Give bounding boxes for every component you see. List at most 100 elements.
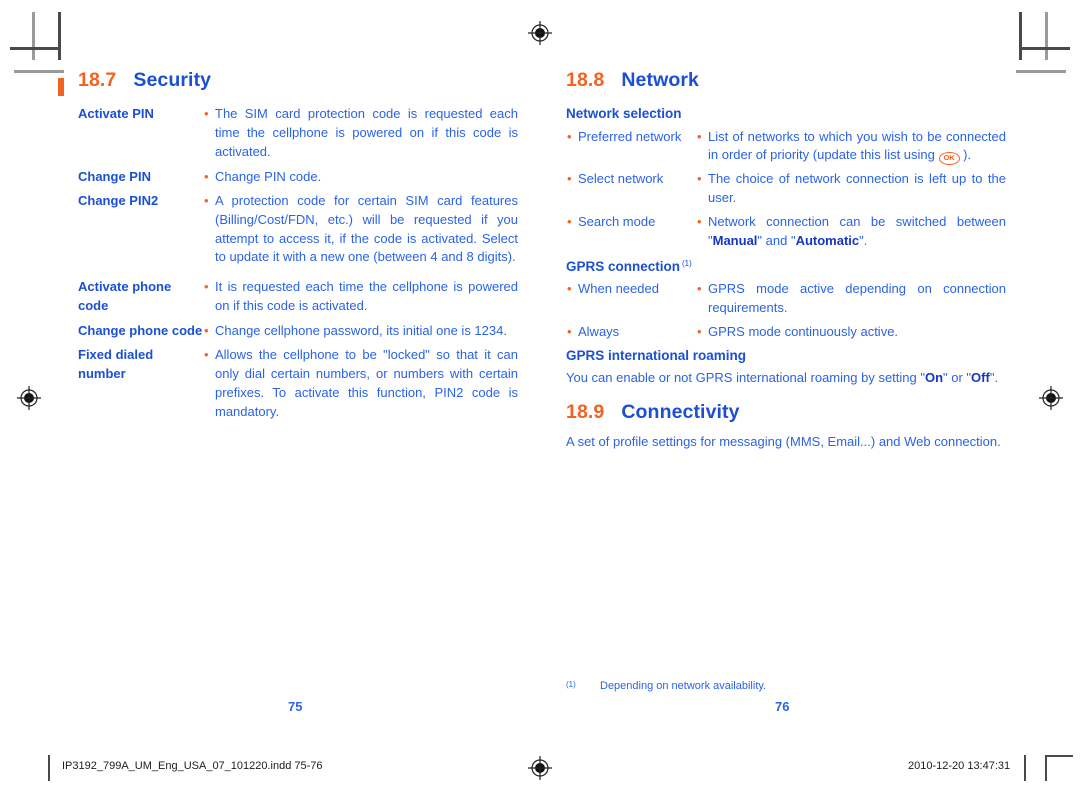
left-page-column: 18.7 Security Activate PIN • The SIM card…: [78, 69, 518, 427]
bullet-row-term: • Always: [566, 323, 696, 342]
section-number: 18.7: [78, 69, 117, 91]
section-heading-security: 18.7 Security: [78, 69, 518, 91]
definition-label: Change PIN: [78, 168, 151, 184]
bullet-row: • Preferred network • List of networks to…: [566, 128, 1006, 166]
section-title: Connectivity: [621, 400, 740, 423]
definition-row: Activate PIN • The SIM card protection c…: [78, 105, 518, 161]
definition-label: Activate phone code: [78, 279, 172, 313]
bullet-row: • Select network • The choice of network …: [566, 170, 1006, 207]
roaming-text-prefix: You can enable or not GPRS international…: [566, 369, 925, 385]
section-title: Security: [133, 69, 212, 91]
footnote: (1) Depending on network availability.: [566, 679, 1006, 693]
bullet-icon: •: [204, 279, 209, 295]
network-selection-list: • Preferred network • List of networks to…: [566, 128, 1006, 251]
security-definition-list: Activate PIN • The SIM card protection c…: [78, 105, 518, 421]
bullet-icon: •: [567, 323, 572, 339]
subsection-heading-network-selection: Network selection: [566, 106, 682, 122]
definition-description: • Change PIN code.: [203, 168, 518, 187]
subsection-heading-gprs-roaming: GPRS international roaming: [566, 347, 747, 363]
definition-label: Fixed dialed number: [78, 347, 154, 382]
explanation-text-middle: " and ": [757, 232, 796, 248]
definition-description-text: Allows the cellphone to be "locked" so t…: [215, 347, 518, 419]
gprs-connection-heading-text: GPRS connection: [566, 259, 681, 275]
explanation-text: GPRS mode active depending on connection…: [708, 281, 1006, 316]
gprs-connection-list: • When needed • GPRS mode active dependin…: [566, 280, 1006, 341]
roaming-text-suffix: ".: [989, 369, 999, 385]
ok-key-icon: OK: [938, 152, 960, 166]
definition-description-text: Change PIN code.: [215, 168, 322, 184]
bullet-icon: •: [567, 171, 572, 187]
bullet-icon: •: [697, 128, 702, 144]
roaming-text-middle: " or ": [943, 369, 972, 385]
explanation-text-suffix: ".: [859, 232, 868, 248]
definition-description-text: The SIM card protection code is requeste…: [215, 106, 518, 159]
bullet-row-term: • When needed: [566, 280, 696, 299]
bullet-row: • Always • GPRS mode continuously active.: [566, 323, 1006, 342]
footnote-text: Depending on network availability.: [600, 680, 767, 692]
definition-row: Change phone code • Change cellphone pas…: [78, 322, 518, 341]
page-spread: 18.7 Security Activate PIN • The SIM card…: [0, 0, 1080, 798]
bullet-icon: •: [697, 213, 702, 229]
bullet-icon: •: [204, 322, 209, 338]
gprs-roaming-paragraph: You can enable or not GPRS international…: [566, 369, 1006, 388]
definition-row: Activate phone code • It is requested ea…: [78, 278, 518, 315]
definition-description: • It is requested each time the cellphon…: [203, 278, 518, 315]
definition-label: Change phone code: [78, 322, 203, 338]
bullet-icon: •: [697, 281, 702, 297]
bullet-row-explanation: • GPRS mode continuously active.: [696, 323, 1006, 342]
explanation-bold-automatic: Automatic: [795, 232, 860, 248]
bullet-row-term-text: When needed: [578, 281, 659, 297]
definition-row: Change PIN • Change PIN code.: [78, 168, 518, 187]
page-number-right: 76: [775, 699, 790, 714]
bullet-icon: •: [697, 171, 702, 187]
bullet-row-term-text: Preferred network: [578, 128, 682, 144]
bullet-row-explanation: • Network connection can be switched betw…: [696, 213, 1006, 250]
bullet-row-term: • Preferred network: [566, 128, 696, 147]
roaming-bold-on: On: [924, 369, 944, 385]
bullet-icon: •: [204, 106, 209, 122]
definition-description: • Allows the cellphone to be "locked" so…: [203, 346, 518, 421]
bullet-row-explanation: • GPRS mode active depending on connectio…: [696, 280, 1006, 317]
definition-description-text: Change cellphone password, its initial o…: [215, 322, 507, 338]
definition-description: • Change cellphone password, its initial…: [203, 322, 518, 341]
bullet-row-term-text: Always: [578, 323, 620, 339]
bullet-row-term-text: Select network: [578, 171, 664, 187]
right-page-column: 18.8 Network Network selection • Preferre…: [566, 69, 1006, 456]
explanation-text-after-icon: ).: [959, 147, 972, 163]
bullet-row-term: • Select network: [566, 170, 696, 189]
bullet-row: • Search mode • Network connection can be…: [566, 213, 1006, 250]
bullet-icon: •: [204, 347, 209, 363]
explanation-text: The choice of network connection is left…: [708, 171, 1006, 206]
roaming-bold-off: Off: [971, 369, 990, 385]
definition-label: Change PIN2: [78, 193, 159, 209]
definition-description: • The SIM card protection code is reques…: [203, 105, 518, 161]
bullet-icon: •: [204, 168, 209, 184]
bullet-row: • When needed • GPRS mode active dependin…: [566, 280, 1006, 317]
explanation-bold-manual: Manual: [712, 232, 758, 248]
page-number-left: 75: [288, 699, 303, 714]
definition-label: Activate PIN: [78, 106, 154, 122]
bullet-icon: •: [567, 281, 572, 297]
bullet-row-explanation: • List of networks to which you wish to b…: [696, 128, 1006, 166]
section-heading-connectivity: 18.9 Connectivity: [566, 400, 1006, 423]
print-slug-datetime: 2010-12-20 13:47:31: [908, 760, 1011, 772]
explanation-text: GPRS mode continuously active.: [708, 323, 899, 339]
definition-row: Change PIN2 • A protection code for cert…: [78, 192, 518, 267]
bullet-icon: •: [567, 213, 572, 229]
section-number: 18.8: [566, 69, 605, 91]
bullet-row-term: • Search mode: [566, 213, 696, 232]
connectivity-paragraph: A set of profile settings for messaging …: [566, 434, 1001, 449]
print-slug-filename: IP3192_799A_UM_Eng_USA_07_101220.indd 75…: [62, 760, 323, 772]
bullet-icon: •: [567, 128, 572, 144]
bullet-row-explanation: • The choice of network connection is lef…: [696, 170, 1006, 207]
section-title: Network: [621, 69, 699, 91]
bullet-icon: •: [204, 193, 209, 209]
definition-description-text: It is requested each time the cellphone …: [215, 279, 518, 313]
definition-description: • A protection code for certain SIM card…: [203, 192, 518, 267]
subsection-heading-gprs-connection: GPRS connection (1): [566, 258, 1006, 276]
section-heading-network: 18.8 Network: [566, 69, 1006, 91]
footnote-mark: (1): [566, 680, 576, 689]
footnote-reference-mark: (1): [682, 258, 692, 268]
bullet-row-term-text: Search mode: [578, 213, 656, 229]
definition-row: Fixed dialed number • Allows the cellpho…: [78, 346, 518, 421]
